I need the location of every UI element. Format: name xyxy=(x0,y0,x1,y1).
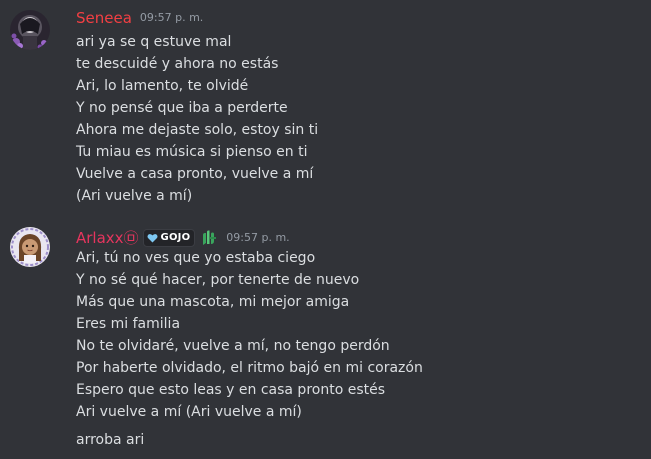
username[interactable]: Seneea xyxy=(76,9,132,27)
guild-tag[interactable]: GOJO xyxy=(142,229,196,247)
user-avatar[interactable] xyxy=(10,227,50,267)
message-line: Tu miau es música si pienso en ti xyxy=(76,144,308,160)
followup-message: arroba ari xyxy=(76,432,145,448)
timestamp[interactable]: 09:57 p. m. xyxy=(226,229,289,247)
anime-girl-avatar-icon xyxy=(10,227,50,267)
message-line: Y no sé qué hacer, por tenerte de nuevo xyxy=(76,272,360,288)
message-line: Vuelve a casa pronto, vuelve a mí xyxy=(76,166,314,182)
message-line: te descuidé y ahora no estás xyxy=(76,56,279,72)
message-header: Seneea 09:57 p. m. xyxy=(76,9,203,27)
message-line: Por haberte olvidado, el ritmo bajó en m… xyxy=(76,360,423,376)
message-line: Espero que esto leas y en casa pronto es… xyxy=(76,382,386,398)
message-line: No te olvidaré, vuelve a mí, no tengo pe… xyxy=(76,338,390,354)
message-line: Ari vuelve a mí (Ari vuelve a mí) xyxy=(76,404,302,420)
heart-icon xyxy=(147,234,158,243)
message-header: Arlaxx㉤ GOJO 09:57 p. m. xyxy=(76,229,290,247)
message-line: ari ya se q estuve mal xyxy=(76,34,232,50)
message-content: Ari, tú no ves que yo estaba ciego Y no … xyxy=(76,247,636,451)
green-hands-icon[interactable] xyxy=(200,229,218,247)
message-content: ari ya se q estuve mal te descuidé y aho… xyxy=(76,31,636,207)
message-line: Ahora me dejaste solo, estoy sin ti xyxy=(76,122,319,138)
message-line: Más que una mascota, mi mejor amiga xyxy=(76,294,350,310)
user-avatar[interactable] xyxy=(10,10,50,50)
message-line: Y no pensé que iba a perderte xyxy=(76,100,288,116)
username[interactable]: Arlaxx㉤ xyxy=(76,229,139,247)
message-line: Ari, tú no ves que yo estaba ciego xyxy=(76,250,316,266)
message-line: (Ari vuelve a mí) xyxy=(76,188,193,204)
message-line: Eres mi familia xyxy=(76,316,181,332)
message-line: Ari, lo lamento, te olvidé xyxy=(76,78,249,94)
gothic-avatar-icon xyxy=(10,10,50,50)
guild-tag-label: GOJO xyxy=(160,232,191,243)
timestamp[interactable]: 09:57 p. m. xyxy=(140,9,203,27)
